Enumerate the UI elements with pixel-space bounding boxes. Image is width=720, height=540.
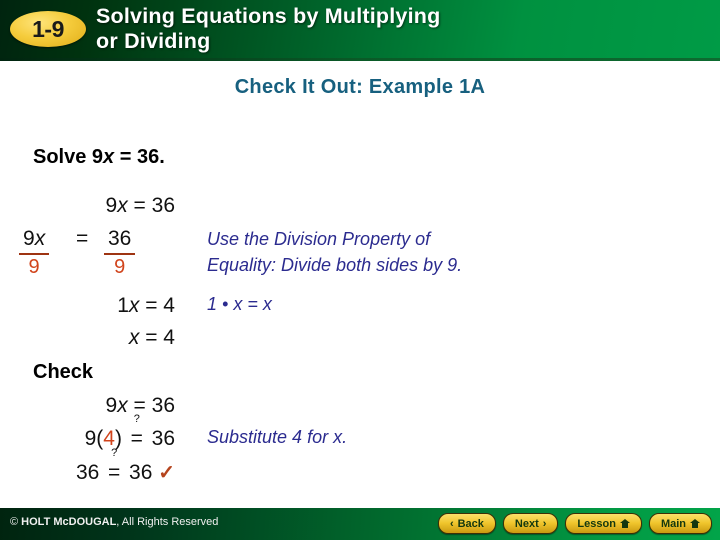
equation-simplified-variable: x: [128, 294, 140, 317]
problem-statement: Solve 9x = 36.: [33, 146, 165, 169]
equation-simplified-rhs: = 4: [139, 294, 175, 317]
lesson-button-label: Lesson: [577, 517, 616, 530]
slide-content: Check It Out: Example 1A Solve 9x = 36. …: [0, 61, 720, 501]
check-substituted-prefix: 9(: [84, 427, 104, 450]
annotation-division-property-line-1: Use the Division Property of: [207, 229, 431, 249]
equation-row-divided: 9x 9 = 36 9: [0, 226, 175, 288]
copyright-notice: © HOLT McDOUGAL, All Rights Reserved: [10, 516, 218, 528]
page-title-line-1: Solving Equations by Multiplying: [96, 4, 441, 28]
problem-statement-variable: x: [103, 146, 115, 168]
main-button[interactable]: Main: [648, 513, 712, 534]
fraction-right: 36 9: [104, 226, 136, 279]
annotation-substitute-variable: x: [333, 427, 343, 447]
annotation-identity-property: 1 • x = x: [207, 294, 272, 315]
annotation-substitute-suffix: .: [342, 427, 348, 447]
main-button-label: Main: [660, 517, 686, 530]
lesson-number-badge: 1-9: [10, 11, 86, 47]
annotation-identity-dot: •: [222, 294, 229, 314]
check-equals-2: =: [108, 461, 121, 484]
chevron-right-icon: ›: [542, 517, 547, 530]
equation-original-coefficient: 9: [105, 194, 118, 217]
check-question-mark-2: ?: [111, 447, 118, 459]
fraction-left: 9x 9: [19, 226, 50, 279]
home-icon: [690, 519, 700, 528]
back-button-label: Back: [457, 517, 484, 530]
lesson-number-label: 1-9: [32, 16, 64, 42]
annotation-identity-equals: =: [247, 294, 258, 314]
annotation-division-property: Use the Division Property of Equality: D…: [207, 226, 607, 278]
next-button-label: Next: [514, 517, 539, 530]
annotation-identity-variable-1: x: [233, 294, 243, 314]
check-equation-verified: 36 ? = 36 ✓: [0, 448, 175, 485]
annotation-substitute: Substitute 4 for x.: [207, 427, 347, 448]
checkmark-icon: ✓: [158, 462, 175, 484]
check-row-verified: 36 ? = 36 ✓: [0, 448, 720, 492]
copyright-rest: , All Rights Reserved: [116, 516, 219, 528]
annotation-identity-one: 1: [207, 294, 218, 314]
chevron-left-icon: ‹: [449, 517, 454, 530]
equation-original-variable: x: [117, 194, 128, 217]
equation-simplified: 1x = 4: [0, 294, 175, 318]
annotation-division-property-line-2: Equality: Divide both sides by 9.: [207, 255, 463, 275]
check-question-mark-1: ?: [133, 413, 140, 425]
check-original-variable: x: [117, 394, 128, 417]
copyright-symbol: ©: [10, 516, 22, 528]
home-icon: [619, 519, 630, 528]
solution-work-area: 9x = 36 9x 9 = 36 9 Use the Division Pro…: [0, 194, 720, 349]
check-verified-lhs: 36: [75, 461, 100, 484]
check-section-label: Check: [33, 361, 94, 383]
fraction-right-numerator: 36: [104, 226, 136, 255]
fraction-left-numerator: 9x: [19, 226, 50, 255]
slide-footer: © HOLT McDOUGAL, All Rights Reserved ‹ B…: [0, 508, 720, 540]
check-questioned-equals-1: ? =: [128, 414, 146, 451]
check-row-original: 9x = 36: [0, 394, 720, 426]
fraction-right-denominator: 9: [114, 256, 126, 278]
check-original-coefficient: 9: [105, 394, 118, 417]
next-button[interactable]: Next ›: [502, 513, 559, 534]
page-title: Solving Equations by Multiplying or Divi…: [96, 4, 696, 54]
check-verified-rhs: 36: [129, 461, 153, 484]
annotation-identity-variable-2: x: [262, 294, 272, 314]
check-questioned-equals-2: ? =: [105, 448, 123, 485]
check-equation-substituted: 9(4) ? = 36: [0, 414, 175, 451]
check-equals-1: =: [130, 427, 143, 450]
back-button[interactable]: ‹ Back: [437, 513, 496, 534]
copyright-brand: HOLT McDOUGAL: [21, 516, 117, 528]
annotation-substitute-prefix: Substitute 4 for: [207, 427, 334, 447]
fraction-left-denominator: 9: [28, 256, 40, 278]
equation-original: 9x = 36: [0, 194, 175, 218]
footer-navigation: ‹ Back Next › Lesson Main: [437, 513, 712, 534]
slide-header: 1-9 Solving Equations by Multiplying or …: [0, 0, 720, 58]
equation-row-simplified: 1x = 4 1 • x = x: [0, 294, 720, 326]
lesson-button[interactable]: Lesson: [565, 513, 642, 534]
fraction-equals-sign: =: [76, 227, 89, 250]
problem-statement-suffix: = 36.: [114, 146, 165, 168]
check-equation-original: 9x = 36: [0, 394, 175, 418]
equation-original-rhs: = 36: [127, 194, 175, 217]
fraction-left-numerator-coefficient: 9: [23, 227, 35, 250]
equation-row-solution: x = 4: [0, 326, 720, 358]
check-substituted-rhs: 36: [151, 427, 175, 450]
equation-solution: x = 4: [0, 326, 175, 350]
equation-row-original: 9x = 36: [0, 194, 720, 226]
equation-solution-rhs: = 4: [139, 326, 175, 349]
problem-statement-prefix: Solve 9: [33, 146, 104, 168]
equation-solution-variable: x: [128, 326, 140, 349]
page-title-line-2: or Dividing: [96, 29, 211, 53]
example-heading: Check It Out: Example 1A: [234, 76, 486, 98]
fraction-left-numerator-variable: x: [34, 227, 46, 250]
equation-simplified-coefficient: 1: [117, 294, 129, 317]
